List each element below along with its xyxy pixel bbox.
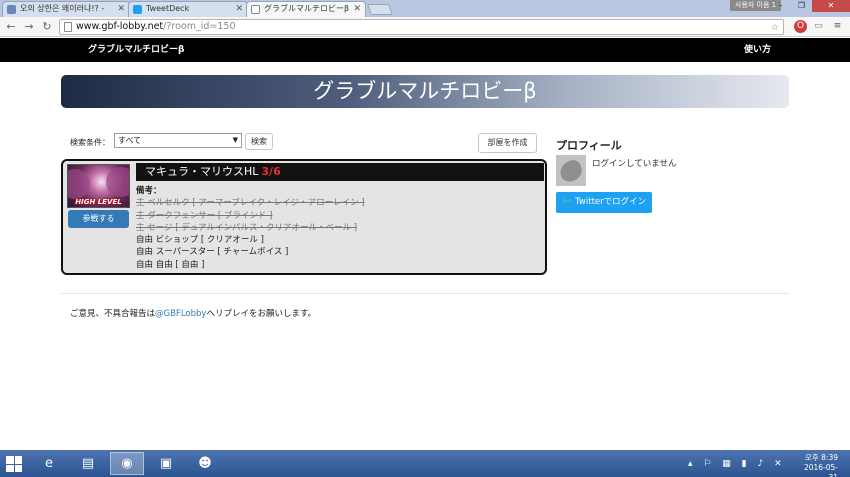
boss-art-shape — [68, 169, 90, 199]
slot-line: 自由 スーパースター [ チャームボイス ] — [136, 247, 289, 258]
create-room-button[interactable]: 部屋を作成 — [478, 133, 537, 153]
login-status: ログインしていません — [592, 159, 677, 169]
member-count: 3/6 — [261, 165, 281, 178]
twitter-icon — [133, 5, 142, 14]
boss-name: マキュラ・マリウスHL — [145, 165, 259, 178]
clock-date: 2016-05-31 — [803, 463, 838, 477]
page-icon — [251, 5, 260, 14]
url-host: www.gbf-lobby.net — [76, 21, 164, 32]
reload-icon[interactable]: ↻ — [40, 20, 54, 34]
cast-icon[interactable]: ▭ — [812, 20, 825, 33]
footer-prefix: ご意見、不具合報告は — [70, 309, 156, 319]
address-bar[interactable]: www.gbf-lobby.net/?room_id=150 ☆ — [59, 19, 784, 35]
chevron-down-icon: ▼ — [232, 136, 238, 144]
back-arrow-icon[interactable]: ← — [4, 20, 18, 34]
extension-icon[interactable]: O — [794, 20, 807, 33]
site-brand-link[interactable]: グラブルマルチロビーβ — [88, 38, 184, 62]
footer-message: ご意見、不具合報告は@GBFLobbyへリプレイをお願いします。 — [70, 307, 316, 319]
twitter-icon: 🐦 — [561, 197, 573, 207]
high-level-badge: HIGH LEVEL — [75, 198, 122, 206]
file-explorer-icon[interactable]: ▤ — [71, 452, 105, 475]
forward-arrow-icon[interactable]: → — [22, 20, 36, 34]
room-notes: 備考： 主 ベルセルク [ アーマーブレイク・レイジ・アローレイン ] 主 ダー… — [136, 185, 365, 271]
slot-line: 自由 ビショップ [ クリアオール ] — [136, 235, 264, 246]
taskbar-clock[interactable]: 오후 8:39 2016-05-31 — [798, 453, 838, 477]
footer-divider — [61, 293, 789, 294]
slot-line: 主 セージ [ デュアルインパルス・クリアオール・ベール ] — [136, 222, 358, 233]
new-tab-button[interactable] — [366, 4, 394, 15]
star-icon[interactable]: ☆ — [771, 21, 779, 35]
site-icon — [7, 5, 16, 14]
browser-tab-strip: 오의 상한은 왜이러냐!? - ✕ TweetDeck ✕ グラブルマルチロビー… — [0, 0, 850, 17]
tab-label: TweetDeck — [146, 4, 190, 13]
browser-toolbar: ← → ↻ www.gbf-lobby.net/?room_id=150 ☆ O… — [0, 17, 850, 37]
window-controls: – ❐ ✕ — [770, 0, 850, 12]
page-icon — [64, 22, 72, 32]
profile-heading: プロフィール — [556, 139, 622, 152]
search-select-value: すべて — [118, 136, 142, 145]
browser-tab-2[interactable]: TweetDeck ✕ — [128, 1, 248, 17]
tab-label: グラブルマルチロビーβ — [264, 4, 350, 13]
footer-suffix: へリプレイをお願いします。 — [206, 309, 317, 319]
system-tray-icons[interactable]: ▴ ⚐ ▦ ▮ ♪ ✕ — [688, 459, 786, 469]
boss-art-shape — [106, 167, 129, 197]
menu-icon[interactable]: ≡ — [831, 20, 844, 33]
internet-explorer-icon[interactable]: e — [32, 452, 66, 475]
search-condition-label: 検索条件： — [70, 138, 110, 147]
windows-start-icon[interactable] — [6, 456, 22, 472]
join-battle-button[interactable]: 参戦する — [68, 210, 129, 228]
tab-label: 오의 상한은 왜이러냐!? - — [20, 4, 105, 13]
minimize-icon[interactable]: – — [770, 0, 791, 12]
windows-taskbar: e ▤ ◉ ▣ ☻ ▴ ⚐ ▦ ▮ ♪ ✕ 오후 8:39 2016-05-31 — [0, 450, 850, 477]
twitter-login-button[interactable]: 🐦 Twitterでログイン — [556, 192, 652, 213]
restore-icon[interactable]: ❐ — [791, 0, 812, 12]
game-app-icon[interactable]: ☻ — [188, 452, 222, 475]
browser-tab-3-active[interactable]: グラブルマルチロビーβ ✕ — [246, 1, 366, 17]
room-card: HIGH LEVEL 参戦する マキュラ・マリウスHL 3/6 備考： 主 ベルセ… — [61, 159, 547, 275]
close-icon[interactable]: ✕ — [353, 2, 361, 16]
browser-tab-1[interactable]: 오의 상한은 왜이러냐!? - ✕ — [2, 1, 130, 17]
url-path: /?room_id=150 — [163, 21, 236, 32]
boss-thumbnail: HIGH LEVEL — [67, 164, 130, 208]
howto-link[interactable]: 使い方 — [744, 38, 771, 62]
app-icon[interactable]: ▣ — [149, 452, 183, 475]
twitter-handle-link[interactable]: @GBFLobby — [155, 309, 206, 319]
search-condition-select[interactable]: すべて ▼ — [114, 133, 242, 148]
avatar — [556, 155, 586, 186]
site-navbar: グラブルマルチロビーβ 使い方 — [0, 38, 850, 62]
room-title-bar: マキュラ・マリウスHL 3/6 — [136, 163, 544, 181]
slot-line: 主 ダークフェンサー [ ブラインド ] — [136, 210, 273, 221]
clock-time: 오후 8:39 — [804, 453, 838, 462]
page-banner: グラブルマルチロビーβ — [61, 75, 789, 108]
search-button[interactable]: 検索 — [245, 133, 273, 150]
window-close-icon[interactable]: ✕ — [812, 0, 850, 12]
close-icon[interactable]: ✕ — [117, 2, 125, 16]
chrome-icon[interactable]: ◉ — [110, 452, 144, 475]
slot-line: 主 ベルセルク [ アーマーブレイク・レイジ・アローレイン ] — [136, 198, 365, 209]
slot-line: 自由 自由 [ 自由 ] — [136, 259, 205, 270]
bird-icon — [557, 157, 585, 185]
notes-label: 備考： — [136, 186, 162, 196]
close-icon[interactable]: ✕ — [235, 2, 243, 16]
twitter-login-label: Twitterでログイン — [575, 197, 647, 207]
